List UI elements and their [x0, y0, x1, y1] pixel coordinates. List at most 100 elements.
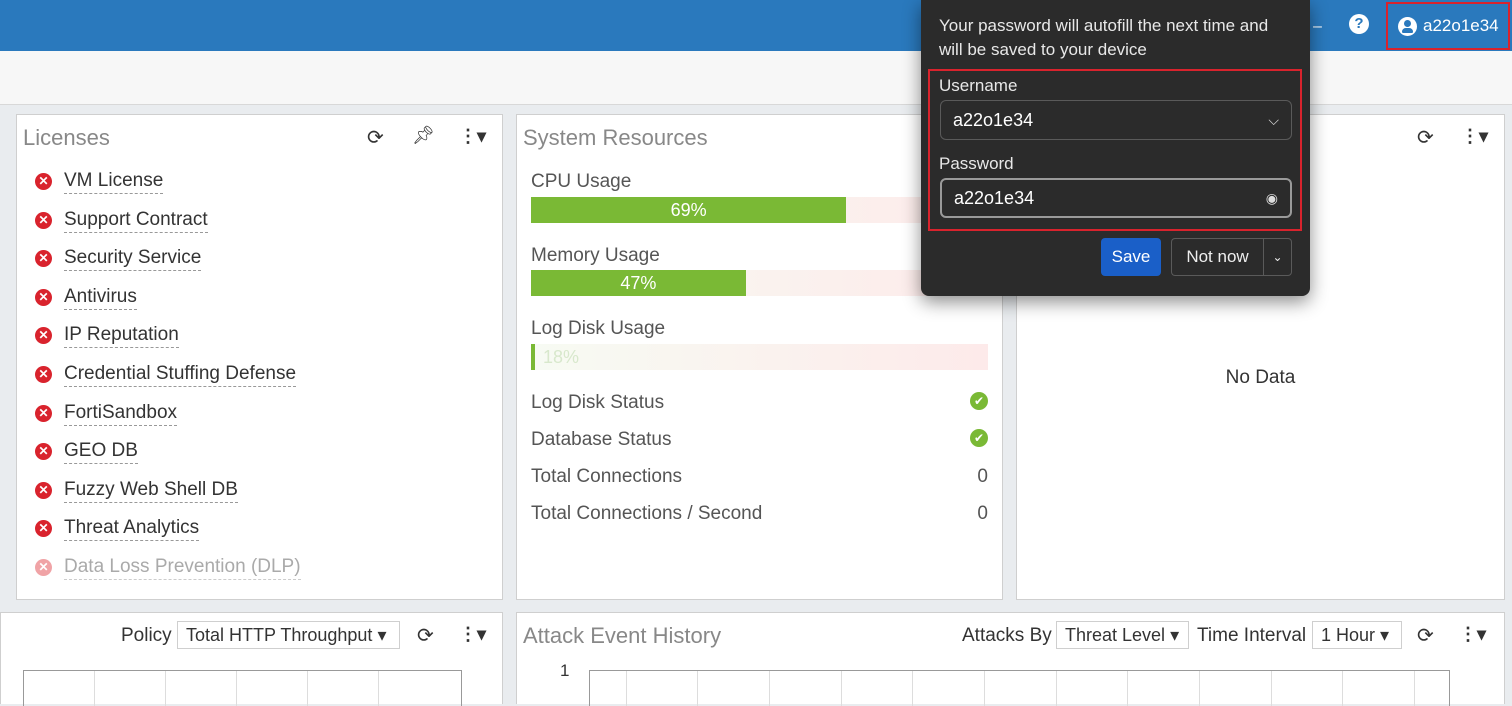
refresh-icon[interactable]: ⟳ [417, 623, 434, 648]
password-field-value: a22o1e34 [954, 188, 1035, 208]
refresh-icon[interactable]: ⟳ [1417, 125, 1434, 150]
password-field[interactable]: a22o1e34 ◉ [940, 178, 1292, 218]
time-interval-select[interactable]: 1 Hour ▾ [1312, 621, 1402, 649]
license-item: ✕ IP Reputation [35, 324, 301, 363]
cpu-usage-bar: 69% [531, 197, 988, 223]
total-cps-row: Total Connections / Second 0 [531, 503, 988, 525]
help-icon[interactable]: ? [1349, 14, 1369, 34]
memory-usage-fill: 47% [531, 270, 746, 296]
error-icon: ✕ [35, 481, 52, 499]
widget-menu-icon[interactable]: ⋮▾ [459, 624, 486, 645]
error-icon: ✕ [35, 404, 52, 422]
policy-select[interactable]: Total HTTP Throughput ▾ [177, 621, 400, 649]
log-disk-status-row: Log Disk Status ✔ [531, 392, 988, 414]
total-connections-row: Total Connections 0 [531, 466, 988, 488]
licenses-widget: Licenses ⟳ 📌︎ ⋮▾ ✕ VM License ✕ Support Con… [16, 114, 503, 600]
y-axis-tick: 1 [560, 661, 570, 680]
widget-menu-icon[interactable]: ⋮▾ [1459, 624, 1486, 645]
total-cps-value: 0 [977, 503, 988, 524]
error-icon: ✕ [35, 520, 52, 538]
database-status-label: Database Status [531, 429, 672, 450]
widget-menu-icon[interactable]: ⋮▾ [459, 126, 486, 147]
license-link[interactable]: Antivirus [64, 286, 137, 310]
system-resources-title: System Resources [523, 125, 708, 150]
license-link[interactable]: Threat Analytics [64, 517, 200, 542]
licenses-title: Licenses [23, 125, 110, 150]
license-item: ✕ Security Service [35, 247, 301, 286]
license-item: ✕ GEO DB [35, 440, 301, 479]
policy-select-value: Total HTTP Throughput [186, 625, 373, 645]
widget-menu-icon[interactable]: ⋮▾ [1461, 126, 1488, 147]
error-icon: ✕ [35, 443, 52, 461]
total-cps-label: Total Connections / Second [531, 503, 763, 524]
log-disk-usage-bar: 18% [531, 344, 988, 370]
attacks-by-label: Attacks By [962, 625, 1052, 646]
license-item: ✕ Threat Analytics [35, 517, 301, 556]
no-data-text: No Data [1225, 367, 1296, 388]
user-avatar-icon [1398, 16, 1417, 36]
error-icon: ✕ [35, 173, 52, 190]
save-password-popup: Your password will autofill the next tim… [921, 0, 1310, 296]
license-link[interactable]: FortiSandbox [64, 402, 178, 426]
chevron-down-icon[interactable]: ⌄ [1263, 238, 1292, 276]
license-item: ✕ Credential Stuffing Defense [35, 363, 301, 402]
license-item: ✕ FortiSandbox [35, 402, 301, 441]
error-icon: ✕ [35, 558, 52, 576]
username-field-label: Username [939, 76, 1018, 95]
attack-event-history-widget: Attack Event History Attacks By Threat L… [516, 612, 1505, 706]
username-field-value: a22o1e34 [953, 110, 1034, 130]
time-interval-label: Time Interval [1197, 625, 1307, 646]
license-item: ✕ VM License [35, 170, 301, 209]
license-item: ✕ Antivirus [35, 286, 301, 325]
memory-usage-label: Memory Usage [531, 245, 660, 266]
minimize-indicator: – [1313, 18, 1322, 35]
database-status-row: Database Status ✔ [531, 429, 988, 451]
attacks-by-select[interactable]: Threat Level ▾ [1056, 621, 1189, 649]
log-disk-usage-text: 18% [543, 347, 580, 367]
pin-icon[interactable]: 📌︎ [412, 125, 435, 146]
check-icon: ✔ [970, 392, 988, 410]
license-link[interactable]: Security Service [64, 247, 202, 272]
license-link[interactable]: VM License [64, 170, 164, 194]
username-label: a22o1e34 [1423, 16, 1499, 35]
attacks-by-select-value: Threat Level [1065, 625, 1166, 645]
attack-event-history-title: Attack Event History [523, 623, 722, 648]
attack-event-chart [589, 670, 1450, 706]
memory-usage-bar: 47% [531, 270, 988, 296]
license-item: ✕ Data Loss Prevention (DLP) [35, 556, 301, 595]
license-link[interactable]: Credential Stuffing Defense [64, 363, 297, 387]
license-link[interactable]: IP Reputation [64, 324, 179, 349]
total-connections-value: 0 [977, 466, 988, 487]
policy-label: Policy [121, 625, 172, 646]
license-list: ✕ VM License ✕ Support Contract ✕ Security Se… [35, 170, 301, 595]
log-disk-usage-label: Log Disk Usage [531, 318, 666, 339]
license-link[interactable]: Support Contract [64, 209, 208, 233]
cpu-usage-fill: 69% [531, 197, 847, 223]
license-link[interactable]: Fuzzy Web Shell DB [64, 479, 238, 503]
chevron-down-icon[interactable]: ⌵ [1268, 101, 1279, 139]
license-link[interactable]: GEO DB [64, 440, 138, 465]
popup-description: Your password will autofill the next tim… [939, 16, 1269, 59]
error-icon: ✕ [35, 250, 52, 268]
check-icon: ✔ [970, 429, 988, 447]
log-disk-status-label: Log Disk Status [531, 392, 665, 413]
username-field[interactable]: a22o1e34 ⌵ [940, 100, 1292, 140]
time-interval-select-value: 1 Hour [1321, 625, 1376, 645]
license-item: ✕ Support Contract [35, 209, 301, 248]
error-icon: ✕ [35, 288, 52, 306]
refresh-icon[interactable]: ⟳ [1417, 623, 1434, 648]
error-icon: ✕ [35, 365, 52, 383]
error-icon: ✕ [35, 211, 52, 229]
log-disk-usage-fill [531, 344, 535, 370]
total-connections-label: Total Connections [531, 466, 683, 487]
license-link[interactable]: Data Loss Prevention (DLP) [64, 556, 301, 580]
save-button[interactable]: Save [1101, 238, 1161, 276]
error-icon: ✕ [35, 327, 52, 345]
password-field-label: Password [939, 154, 1014, 173]
cpu-usage-label: CPU Usage [531, 171, 632, 192]
not-now-button[interactable]: Not now [1171, 238, 1263, 276]
show-password-icon[interactable]: ◉ [1266, 180, 1278, 216]
user-menu-button[interactable]: a22o1e34 [1386, 2, 1510, 50]
refresh-icon[interactable]: ⟳ [367, 125, 384, 150]
license-item: ✕ Fuzzy Web Shell DB [35, 479, 301, 518]
